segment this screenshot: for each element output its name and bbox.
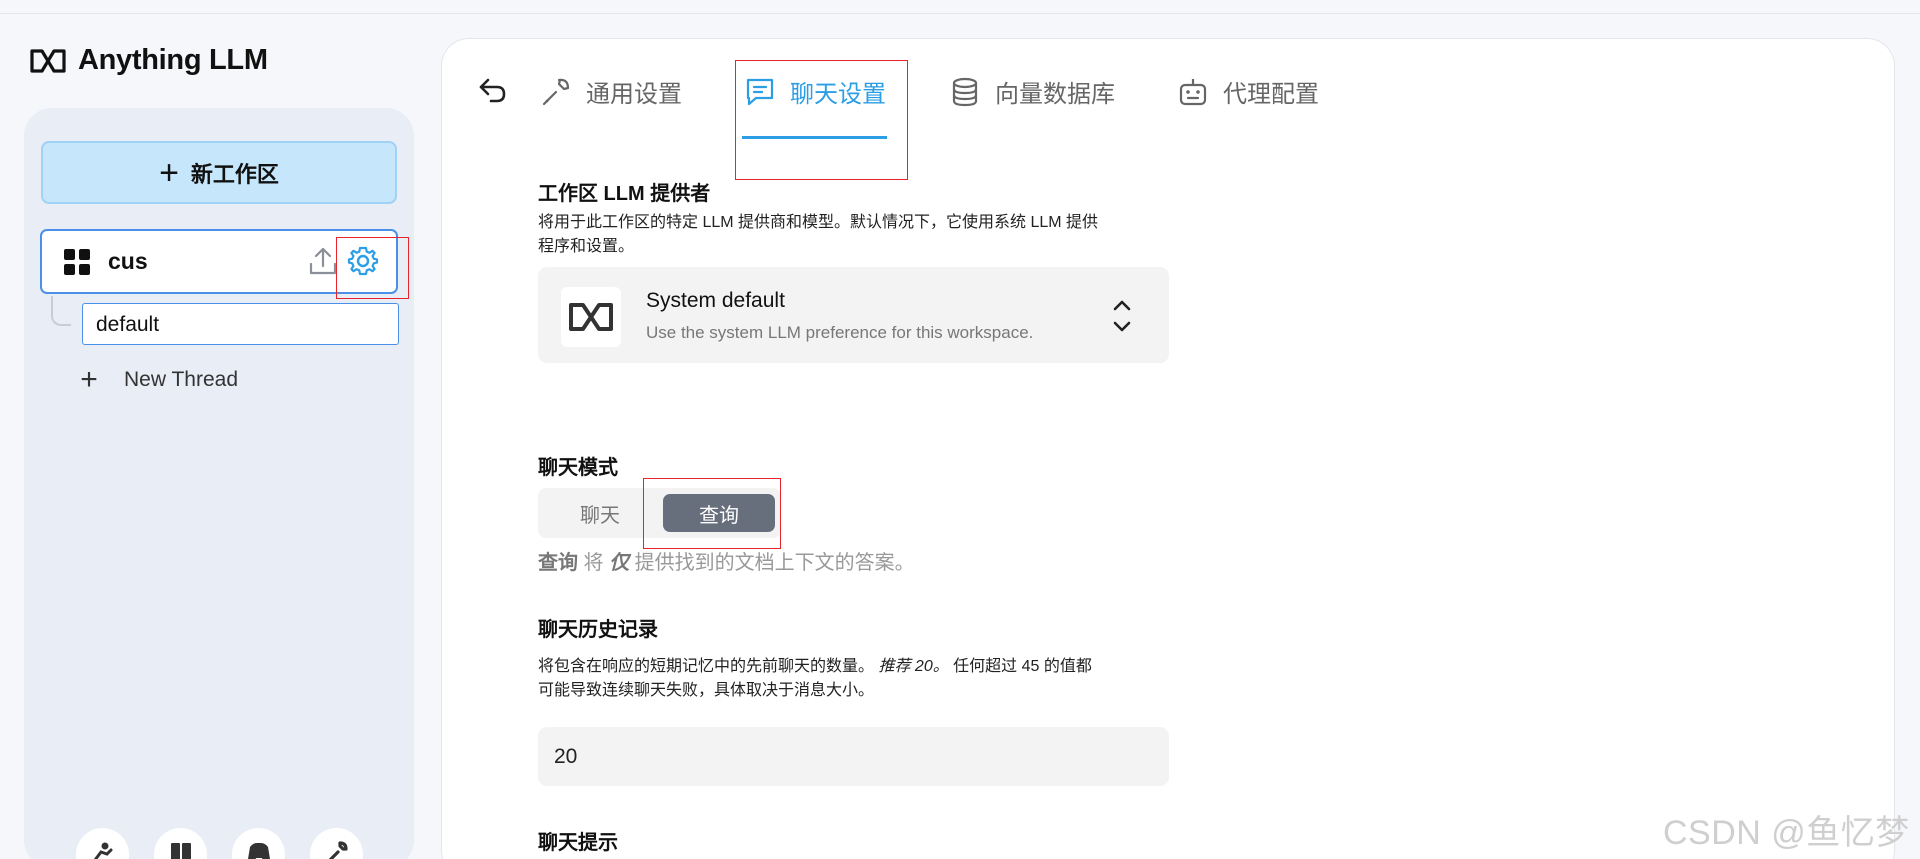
settings-wrench-icon[interactable] [310,828,363,859]
upload-icon[interactable] [308,245,338,277]
llm-provider-desc-line1: 将用于此工作区的特定 LLM 提供商和模型。默认情况下，它使用系统 LLM 提供 [538,214,1099,231]
app-title: Anything LLM [78,44,268,76]
chat-history-desc-em: 推荐 20。 [878,658,949,675]
llm-provider-select[interactable]: System default Use the system LLM prefer… [538,267,1169,363]
chat-mode-description: 查询 将 仅 提供找到的文档上下文的答案。 [538,546,915,575]
highlight-box-gear [336,237,409,299]
new-workspace-button[interactable]: + 新工作区 [41,141,397,204]
chat-mode-title: 聊天模式 [538,457,618,479]
mode-desc-strong: 查询 [538,552,578,574]
community-icon[interactable] [76,828,129,859]
sidebar-footer [76,828,363,859]
llm-provider-title: 工作区 LLM 提供者 [538,183,711,205]
new-thread-label: New Thread [124,368,239,391]
workspace-name: cus [108,248,148,274]
workspace-grid-icon [64,248,90,275]
tab-vector-database[interactable]: 向量数据库 [949,74,1115,109]
wrench-icon [542,78,570,105]
tab-agent-config[interactable]: 代理配置 [1177,74,1319,109]
anything-llm-logo-icon [561,287,621,347]
sidebar [24,108,414,859]
mode-desc-mid: 将 [578,552,610,574]
discord-icon[interactable] [232,828,285,859]
anything-llm-logo-icon [30,48,66,73]
chevron-up-down-icon [1113,300,1131,332]
app-logo: Anything LLM [30,44,268,77]
highlight-box-chat-tab [735,60,908,180]
new-workspace-label: 新工作区 [190,161,279,187]
llm-provider-desc-line2: 程序和设置。 [538,238,635,255]
back-arrow-icon[interactable] [477,76,509,106]
robot-icon [1179,78,1207,105]
chat-history-title: 聊天历史记录 [538,619,658,641]
llm-provider-name: System default [646,289,785,312]
chat-history-desc-line1: 将包含在响应的短期记忆中的先前聊天的数量。 推荐 20。 任何超过 45 的值都 [538,655,1092,679]
thread-item-default[interactable]: default [82,303,399,345]
tab-general-settings[interactable]: 通用设置 [540,74,682,109]
highlight-box-query [643,478,781,549]
watermark: CSDN @鱼忆梦 [1663,814,1910,852]
chat-history-input[interactable] [538,727,1169,786]
chat-history-desc-a: 将包含在响应的短期记忆中的先前聊天的数量。 [538,658,875,675]
chat-history-desc-line2: 可能导致连续聊天失败，具体取决于消息大小。 [538,682,875,699]
llm-provider-description: Use the system LLM preference for this w… [646,323,1034,342]
mode-desc-em: 仅 [609,552,630,574]
chat-prompt-title: 聊天提示 [538,832,618,854]
tab-label: 通用设置 [586,81,682,108]
plus-icon: + [159,153,179,192]
top-divider [0,13,1920,14]
thread-connector [51,296,71,326]
docs-icon[interactable] [154,828,207,859]
chat-history-desc-b: 任何超过 45 的值都 [953,658,1092,675]
plus-icon: + [80,363,98,396]
new-thread-button[interactable]: + New Thread [74,365,238,395]
tab-label: 向量数据库 [995,81,1115,108]
database-icon [952,77,978,106]
mode-desc-rest: 提供找到的文档上下文的答案。 [629,552,915,574]
tab-label: 代理配置 [1223,81,1319,108]
